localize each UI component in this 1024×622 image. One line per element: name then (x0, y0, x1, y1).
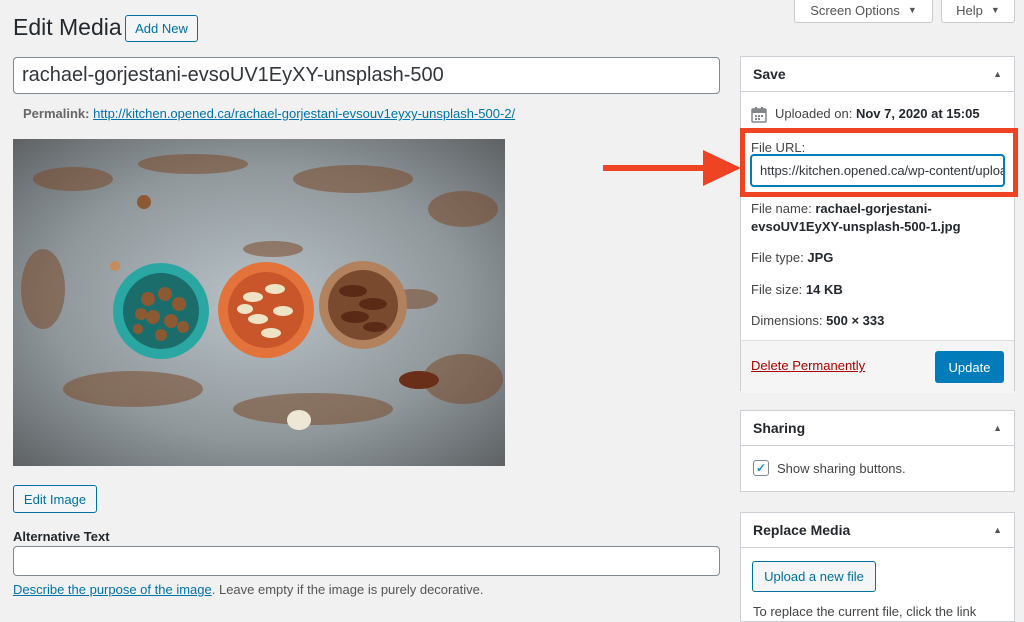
sharing-checkbox[interactable]: ✓ (753, 460, 769, 476)
permalink-label: Permalink: (23, 106, 90, 121)
permalink: Permalink: http://kitchen.opened.ca/rach… (23, 106, 515, 121)
alt-text-input[interactable] (13, 546, 720, 576)
sharing-box-title: Sharing (753, 420, 806, 436)
media-title-input[interactable]: rachael-gorjestani-evsoUV1EyXY-unsplash-… (13, 57, 720, 94)
page-title: Edit Media (13, 14, 122, 40)
alt-text-help-text: . Leave empty if the image is purely dec… (211, 582, 484, 597)
screen-options-tab[interactable]: Screen Options ▼ (794, 0, 933, 23)
sharing-box-header[interactable]: Sharing ▲ (741, 411, 1014, 446)
update-button[interactable]: Update (935, 351, 1004, 383)
file-name-value-1: rachael-gorjestani- (815, 201, 932, 216)
alt-text-help-link[interactable]: Describe the purpose of the image (13, 582, 212, 597)
add-new-button[interactable]: Add New (125, 15, 198, 42)
screen-options-label: Screen Options (810, 2, 900, 18)
media-image (13, 139, 505, 466)
file-name-value-2: evsoUV1EyXY-unsplash-500-1.jpg (751, 219, 961, 234)
file-size: File size: 14 KB (751, 281, 843, 299)
uploaded-on: Uploaded on: Nov 7, 2020 at 15:05 (751, 105, 980, 123)
replace-media-description: To replace the current file, click the l… (753, 604, 977, 619)
file-type: File type: JPG (751, 249, 833, 267)
delete-permanently-link[interactable]: Delete Permanently (751, 358, 865, 373)
uploaded-label: Uploaded on: (775, 106, 853, 121)
replace-media-box: Replace Media ▲ Upload a new file To rep… (740, 512, 1015, 622)
save-box-header[interactable]: Save ▲ (741, 57, 1014, 92)
save-box-footer: Delete Permanently Update (741, 340, 1014, 393)
collapse-up-icon[interactable]: ▲ (993, 525, 1002, 535)
alt-text-help: Describe the purpose of the image. Leave… (13, 582, 483, 597)
alt-text-label: Alternative Text (13, 529, 110, 544)
file-name: File name: rachael-gorjestani- evsoUV1Ey… (751, 200, 961, 236)
file-name-label: File name: (751, 201, 812, 216)
collapse-up-icon[interactable]: ▲ (993, 69, 1002, 79)
replace-media-header[interactable]: Replace Media ▲ (741, 513, 1014, 548)
dimensions-value: 500 × 333 (826, 313, 885, 328)
file-size-label: File size: (751, 282, 803, 297)
sharing-box: Sharing ▲ ✓ Show sharing buttons. (740, 410, 1015, 492)
calendar-icon (751, 106, 767, 123)
save-box-title: Save (753, 66, 786, 82)
annotation-highlight-frame (740, 128, 1018, 197)
dimensions: Dimensions: 500 × 333 (751, 312, 884, 330)
file-size-value: 14 KB (805, 282, 843, 297)
upload-new-file-button[interactable]: Upload a new file (752, 561, 876, 592)
collapse-up-icon[interactable]: ▲ (993, 423, 1002, 433)
edit-image-button[interactable]: Edit Image (13, 485, 97, 513)
save-box: Save ▲ Uploaded on: Nov 7, 2020 at 15:05… (740, 56, 1015, 393)
replace-media-title: Replace Media (753, 522, 851, 538)
uploaded-value: Nov 7, 2020 at 15:05 (855, 106, 980, 121)
caret-down-icon: ▼ (990, 5, 1000, 15)
caret-down-icon: ▼ (907, 5, 917, 15)
sharing-checkbox-label: Show sharing buttons. (777, 460, 906, 476)
permalink-link[interactable]: http://kitchen.opened.ca/rachael-gorjest… (93, 106, 515, 121)
dimensions-label: Dimensions: (751, 313, 823, 328)
annotation-arrow-icon (603, 150, 741, 186)
help-tab[interactable]: Help ▼ (941, 0, 1015, 23)
file-type-label: File type: (751, 250, 804, 265)
help-label: Help (956, 2, 983, 18)
file-type-value: JPG (807, 250, 834, 265)
